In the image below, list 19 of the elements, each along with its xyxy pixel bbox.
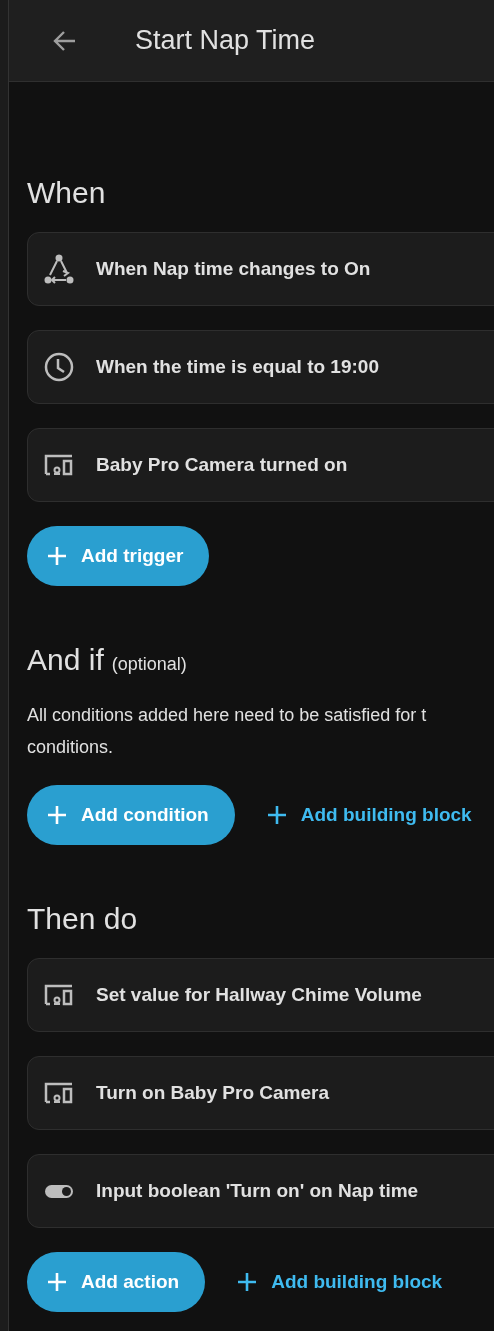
automation-item-card[interactable]: Turn on Baby Pro Camera — [27, 1056, 494, 1130]
clock-icon — [42, 350, 76, 384]
section-heading: When — [27, 176, 106, 210]
plus-icon — [45, 1270, 69, 1294]
plus-icon — [45, 803, 69, 827]
automation-item-card[interactable]: Set value for Hallway Chime Volume — [27, 958, 494, 1032]
section-heading: And if — [27, 643, 104, 677]
automation-item-card[interactable]: When the time is equal to 19:00 — [27, 330, 494, 404]
optional-label: (optional) — [111, 654, 187, 675]
section-heading: Then do — [27, 902, 138, 936]
add-building-block-button[interactable]: Add building block — [264, 785, 472, 845]
automation-item-card[interactable]: Input boolean 'Turn on' on Nap time — [27, 1154, 494, 1228]
graph-icon — [42, 252, 76, 286]
automation-item-card[interactable]: Baby Pro Camera turned on — [27, 428, 494, 502]
plus-icon — [45, 544, 69, 568]
section-description: All conditions added here need to be satisfied for t conditions. — [27, 704, 428, 759]
add-building-block-button[interactable]: Add building block — [235, 1252, 443, 1312]
page-title: Start Nap Time — [135, 25, 316, 56]
automation-item-card[interactable]: When Nap time changes to On — [27, 232, 494, 306]
